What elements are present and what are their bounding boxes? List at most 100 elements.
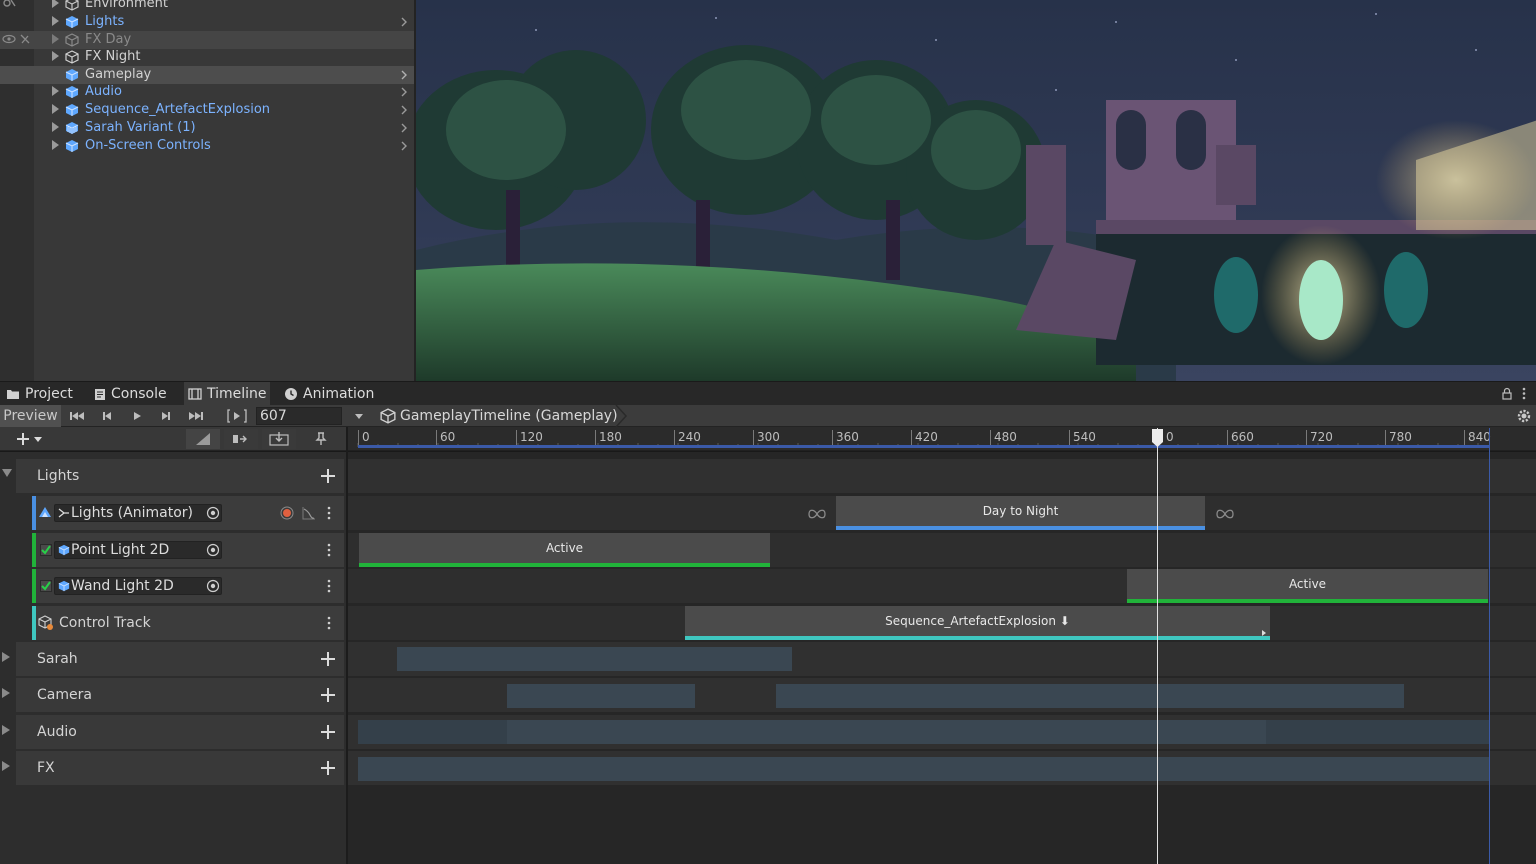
time-ruler[interactable]: 0 60 120 180 240 300 360 420 480 540 0 6… bbox=[348, 427, 1536, 451]
tab-project[interactable]: Project bbox=[2, 382, 77, 406]
object-picker-icon[interactable] bbox=[206, 579, 220, 593]
object-picker-icon[interactable] bbox=[206, 543, 220, 557]
play-range-button[interactable] bbox=[224, 407, 250, 425]
play-icon bbox=[134, 412, 141, 420]
chevron-right-icon[interactable] bbox=[400, 69, 408, 81]
hierarchy-item-fx-night[interactable]: FX Night bbox=[0, 48, 414, 66]
track-menu-icon[interactable] bbox=[326, 579, 332, 593]
add-track-button[interactable] bbox=[16, 430, 52, 448]
expand-arrow-icon[interactable] bbox=[52, 122, 59, 132]
tab-console[interactable]: Console bbox=[90, 382, 171, 406]
ruler-tick-label: 480 bbox=[994, 430, 1017, 444]
collapsed-clip-camera bbox=[507, 684, 695, 708]
ripple-mode-button[interactable] bbox=[224, 429, 258, 449]
snap-button[interactable] bbox=[304, 429, 338, 449]
group-expand-arrow-icon[interactable] bbox=[2, 652, 10, 662]
active-checkbox[interactable] bbox=[40, 544, 52, 556]
expand-arrow-icon[interactable] bbox=[52, 140, 59, 150]
hierarchy-item-gameplay[interactable]: Gameplay bbox=[0, 66, 414, 84]
track-binding-field[interactable]: Lights (Animator) bbox=[54, 504, 222, 522]
track-menu-icon[interactable] bbox=[326, 543, 332, 557]
lock-icon[interactable] bbox=[1502, 387, 1512, 404]
track-point-light[interactable]: Point Light 2D bbox=[32, 533, 344, 567]
expand-arrow-icon[interactable] bbox=[52, 16, 59, 26]
track-group-label: Lights bbox=[37, 468, 80, 484]
tab-animation[interactable]: Animation bbox=[280, 382, 378, 406]
track-group-lights[interactable]: Lights bbox=[16, 459, 344, 493]
play-button[interactable] bbox=[124, 407, 150, 425]
hierarchy-item-audio[interactable]: Audio bbox=[0, 83, 414, 101]
track-group-sarah[interactable]: Sarah bbox=[16, 642, 344, 676]
expand-arrow-icon[interactable] bbox=[52, 51, 59, 61]
expand-arrow-icon[interactable] bbox=[52, 0, 59, 8]
gear-icon[interactable] bbox=[1516, 408, 1532, 424]
clip-underline bbox=[836, 526, 1205, 530]
editor-tab-bar: Project Console Timeline Animation bbox=[0, 381, 1536, 406]
object-picker-icon[interactable] bbox=[206, 506, 220, 520]
next-frame-button[interactable] bbox=[153, 407, 179, 425]
track-binding-field[interactable]: Wand Light 2D bbox=[54, 577, 222, 595]
go-to-end-button[interactable] bbox=[183, 407, 209, 425]
ruler-major-tick bbox=[516, 430, 517, 446]
track-menu-icon[interactable] bbox=[326, 506, 332, 520]
hierarchy-item-environment[interactable]: Environment bbox=[0, 0, 414, 13]
clip-sequence-artefact-explosion[interactable]: Sequence_ArtefactExplosion ⬇ bbox=[685, 606, 1270, 640]
game-view[interactable] bbox=[414, 0, 1536, 381]
chevron-right-icon[interactable] bbox=[400, 122, 408, 134]
track-lights-animator[interactable]: Lights (Animator) bbox=[32, 496, 344, 530]
add-track-plus-icon[interactable] bbox=[320, 724, 336, 740]
add-track-plus-icon[interactable] bbox=[320, 468, 336, 484]
expand-arrow-icon[interactable] bbox=[52, 86, 59, 96]
hierarchy-item-onscreen-controls[interactable]: On-Screen Controls bbox=[0, 137, 414, 155]
expand-arrow-icon[interactable] bbox=[52, 34, 59, 44]
previous-frame-icon bbox=[103, 412, 111, 420]
timeline-asset-breadcrumb[interactable]: GameplayTimeline (Gameplay) bbox=[380, 405, 636, 427]
timeline-clip-area[interactable]: Day to Night Active Active Sequence_Arte… bbox=[348, 452, 1536, 864]
track-group-audio[interactable]: Audio bbox=[16, 715, 344, 749]
playhead-handle[interactable] bbox=[1151, 428, 1164, 448]
replace-mode-button[interactable] bbox=[262, 429, 296, 449]
scene-visibility-icon[interactable] bbox=[2, 0, 32, 11]
game-scene-illustration bbox=[416, 0, 1536, 381]
add-track-plus-icon[interactable] bbox=[320, 687, 336, 703]
tab-timeline[interactable]: Timeline bbox=[184, 382, 270, 406]
hierarchy-item-sarah-variant[interactable]: Sarah Variant (1) bbox=[0, 119, 414, 137]
hierarchy-item-fx-day[interactable]: FX Day bbox=[0, 31, 414, 49]
track-group-fx[interactable]: FX bbox=[16, 751, 344, 785]
playhead-line[interactable] bbox=[1157, 428, 1158, 864]
record-button[interactable] bbox=[280, 506, 294, 524]
track-wand-light[interactable]: Wand Light 2D bbox=[32, 569, 344, 603]
group-expand-arrow-icon[interactable] bbox=[2, 761, 10, 771]
hierarchy-item-sequence[interactable]: Sequence_ArtefactExplosion bbox=[0, 101, 414, 119]
group-expand-arrow-icon[interactable] bbox=[2, 469, 12, 477]
kebab-menu-icon[interactable] bbox=[1522, 387, 1526, 404]
group-expand-arrow-icon[interactable] bbox=[2, 725, 10, 735]
chevron-down-icon[interactable] bbox=[352, 409, 366, 423]
chevron-right-icon[interactable] bbox=[400, 140, 408, 152]
track-binding-field[interactable]: Point Light 2D bbox=[54, 541, 222, 559]
group-expand-arrow-icon[interactable] bbox=[2, 688, 10, 698]
curves-icon[interactable] bbox=[302, 506, 316, 524]
visibility-eye-icon[interactable] bbox=[2, 33, 32, 47]
ease-mix-mode-button[interactable] bbox=[186, 429, 220, 449]
current-frame-field[interactable]: 607 bbox=[256, 407, 342, 425]
track-control[interactable]: Control Track bbox=[32, 606, 344, 640]
go-to-start-button[interactable] bbox=[64, 407, 90, 425]
active-checkbox[interactable] bbox=[40, 580, 52, 592]
prefab-cube-icon bbox=[65, 139, 79, 153]
add-track-plus-icon[interactable] bbox=[320, 760, 336, 776]
hierarchy-item-lights[interactable]: Lights bbox=[0, 13, 414, 31]
clip-active-point-light[interactable]: Active bbox=[359, 533, 770, 567]
chevron-right-icon[interactable] bbox=[400, 86, 408, 98]
clip-day-to-night[interactable]: Day to Night bbox=[836, 496, 1205, 530]
previous-frame-button[interactable] bbox=[94, 407, 120, 425]
chevron-right-icon[interactable] bbox=[400, 16, 408, 28]
track-group-camera[interactable]: Camera bbox=[16, 678, 344, 712]
clip-underline bbox=[1127, 599, 1488, 603]
expand-arrow-icon[interactable] bbox=[52, 104, 59, 114]
add-track-plus-icon[interactable] bbox=[320, 651, 336, 667]
clip-active-wand-light[interactable]: Active bbox=[1127, 569, 1488, 603]
track-menu-icon[interactable] bbox=[326, 616, 332, 630]
chevron-right-icon[interactable] bbox=[400, 104, 408, 116]
preview-button[interactable]: Preview bbox=[0, 405, 61, 427]
